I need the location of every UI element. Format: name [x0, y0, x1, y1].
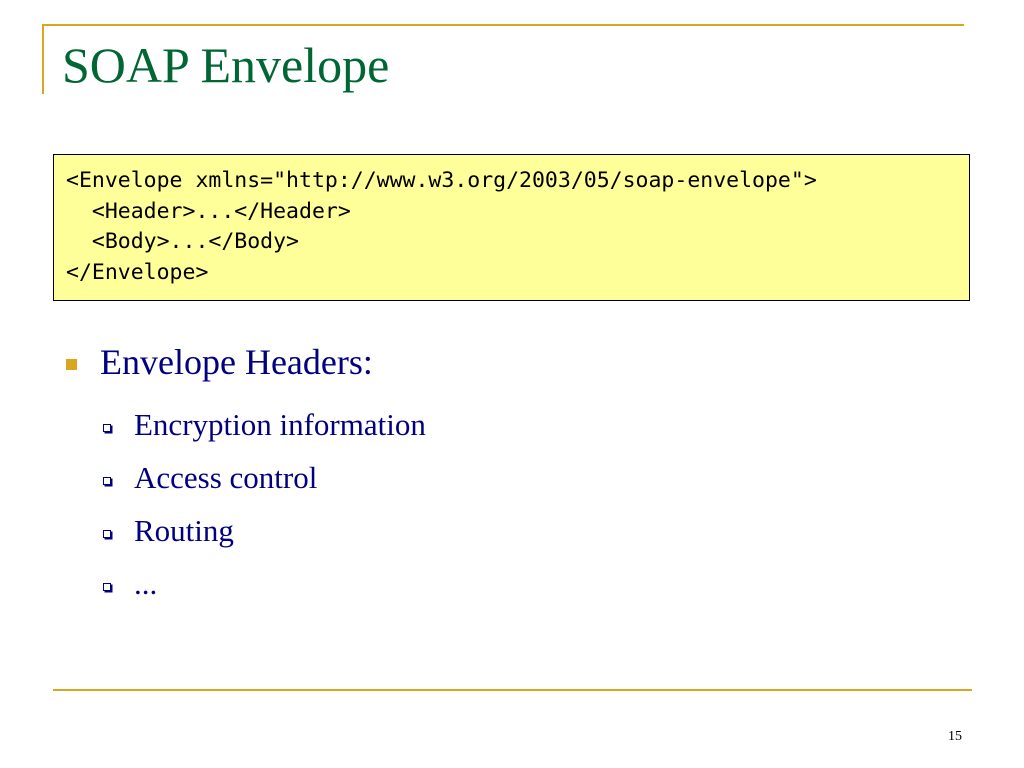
hollow-square-bullet-icon [103, 476, 111, 485]
sub-bullet-item: Access control [103, 451, 426, 504]
sub-bullet-item: ... [103, 557, 426, 610]
left-rule [42, 24, 44, 94]
slide: SOAP Envelope <Envelope xmlns="http://ww… [0, 0, 1024, 768]
code-line: <Body>...</Body> [66, 229, 299, 254]
code-line: </Envelope> [66, 259, 209, 285]
hollow-square-bullet-icon [103, 423, 111, 432]
sub-bullet-item: Routing [103, 504, 426, 557]
sub-bullet-list: Encryption information Access control Ro… [103, 398, 426, 610]
page-number: 15 [948, 729, 962, 744]
bullet-item-envelope-headers: Envelope Headers: [66, 342, 373, 382]
square-bullet-icon [66, 358, 77, 370]
hollow-square-bullet-icon [103, 529, 111, 538]
sub-bullet-label: ... [134, 565, 158, 601]
code-line: <Header>...</Header> [66, 198, 351, 224]
top-rule [42, 24, 964, 26]
code-line: <Envelope xmlns="http://www.w3.org/2003/… [66, 168, 817, 193]
bullet-label: Envelope Headers: [100, 342, 373, 382]
sub-bullet-label: Routing [134, 512, 234, 548]
footer-rule [53, 689, 972, 691]
code-block: <Envelope xmlns="http://www.w3.org/2003/… [53, 154, 970, 301]
slide-title: SOAP Envelope [62, 37, 390, 93]
hollow-square-bullet-icon [103, 582, 111, 591]
sub-bullet-item: Encryption information [103, 398, 426, 451]
sub-bullet-label: Access control [134, 459, 318, 495]
sub-bullet-label: Encryption information [134, 406, 426, 442]
